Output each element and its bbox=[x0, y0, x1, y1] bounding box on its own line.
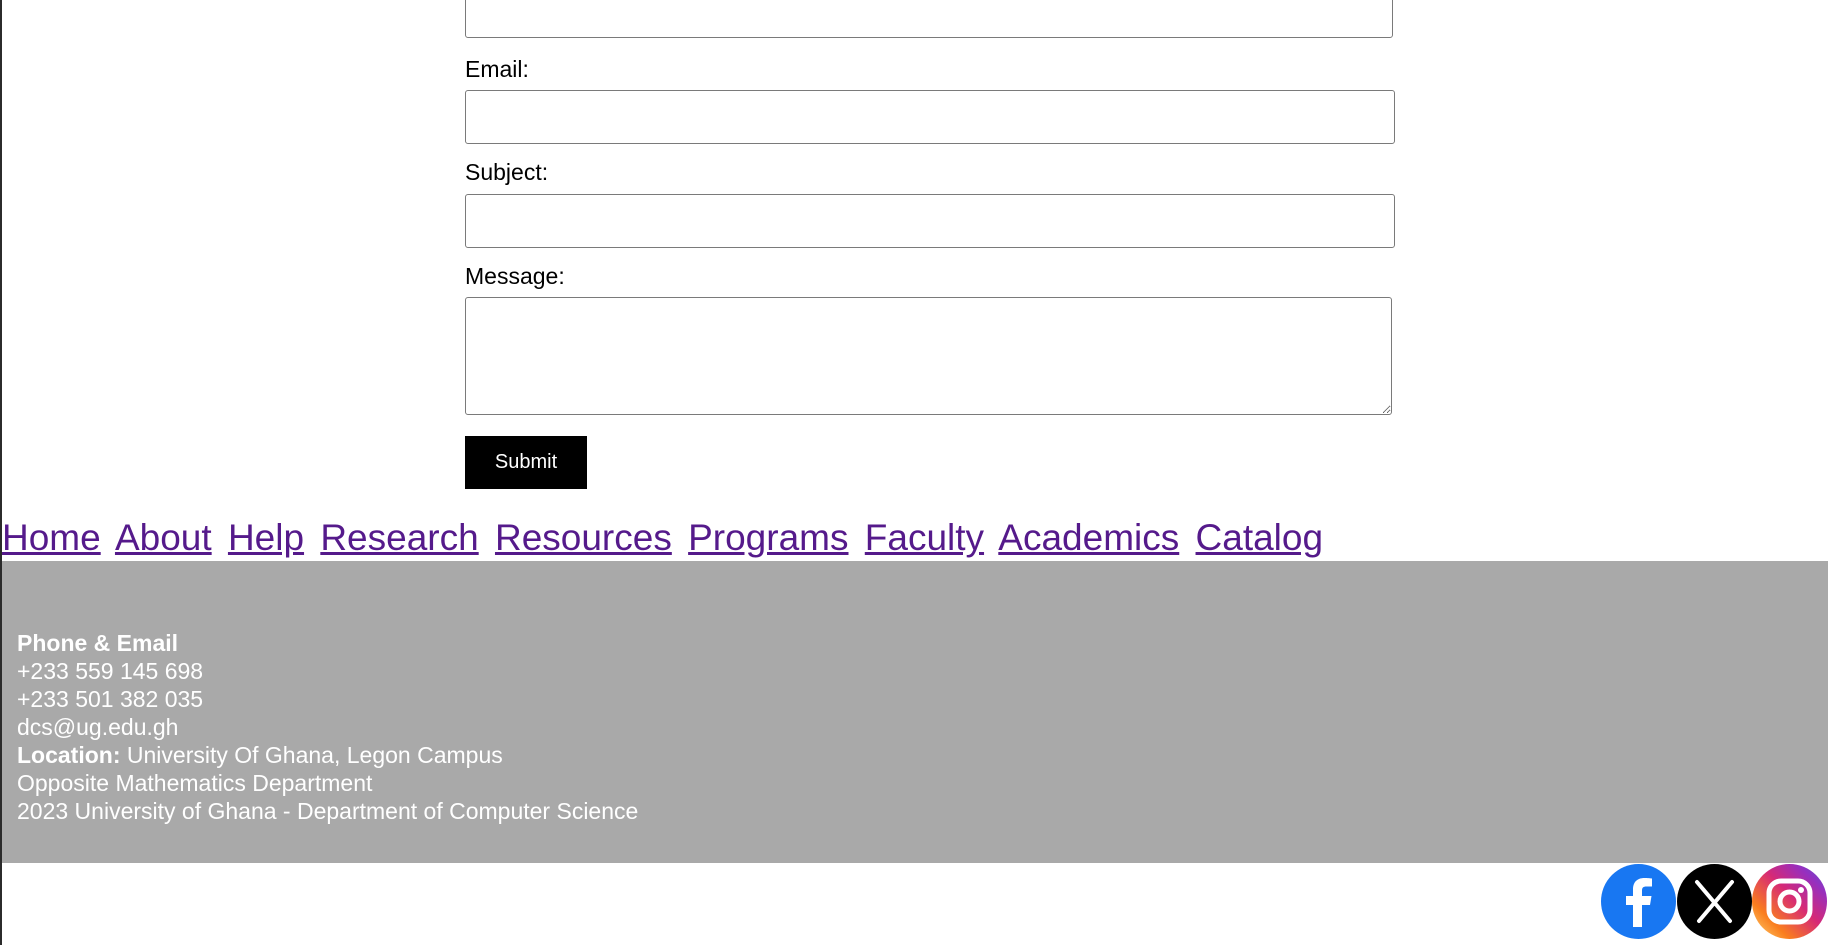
x-icon[interactable] bbox=[1677, 864, 1752, 939]
nav-link-home[interactable]: Home bbox=[2, 517, 101, 558]
nav-link-help[interactable]: Help bbox=[228, 517, 304, 558]
phone-number-2: +233 501 382 035 bbox=[17, 686, 204, 712]
instagram-icon[interactable] bbox=[1752, 864, 1827, 939]
message-textarea[interactable] bbox=[465, 297, 1392, 415]
copyright-text: 2023 University of Ghana - Department of… bbox=[17, 798, 639, 824]
nav-link-academics[interactable]: Academics bbox=[998, 517, 1179, 558]
facebook-icon[interactable] bbox=[1601, 864, 1676, 939]
contact-heading: Phone & Email bbox=[17, 630, 179, 656]
subject-label: Subject: bbox=[465, 159, 549, 185]
location-line-2: Opposite Mathematics Department bbox=[17, 770, 373, 796]
location-label: Location: bbox=[17, 742, 121, 768]
location-line: Location: University Of Ghana, Legon Cam… bbox=[17, 741, 1828, 769]
nav-link-research[interactable]: Research bbox=[320, 517, 478, 558]
site-footer: Phone & Email +233 559 145 698 +233 501 … bbox=[2, 561, 1828, 863]
email-field[interactable] bbox=[465, 90, 1395, 144]
email-label: Email: bbox=[465, 56, 529, 82]
footer-nav: Home About Help Research Resources Progr… bbox=[2, 516, 1329, 560]
nav-link-resources[interactable]: Resources bbox=[495, 517, 672, 558]
nav-link-about[interactable]: About bbox=[115, 517, 212, 558]
message-label: Message: bbox=[465, 263, 565, 289]
name-field[interactable] bbox=[465, 0, 1393, 38]
nav-link-faculty[interactable]: Faculty bbox=[865, 517, 984, 558]
nav-link-catalog[interactable]: Catalog bbox=[1196, 517, 1324, 558]
subject-field[interactable] bbox=[465, 194, 1395, 248]
nav-link-programs[interactable]: Programs bbox=[688, 517, 848, 558]
location-value: University Of Ghana, Legon Campus bbox=[120, 742, 503, 768]
submit-button[interactable]: Submit bbox=[465, 436, 587, 489]
phone-number-1: +233 559 145 698 bbox=[17, 658, 204, 684]
contact-email: dcs@ug.edu.gh bbox=[17, 714, 179, 740]
